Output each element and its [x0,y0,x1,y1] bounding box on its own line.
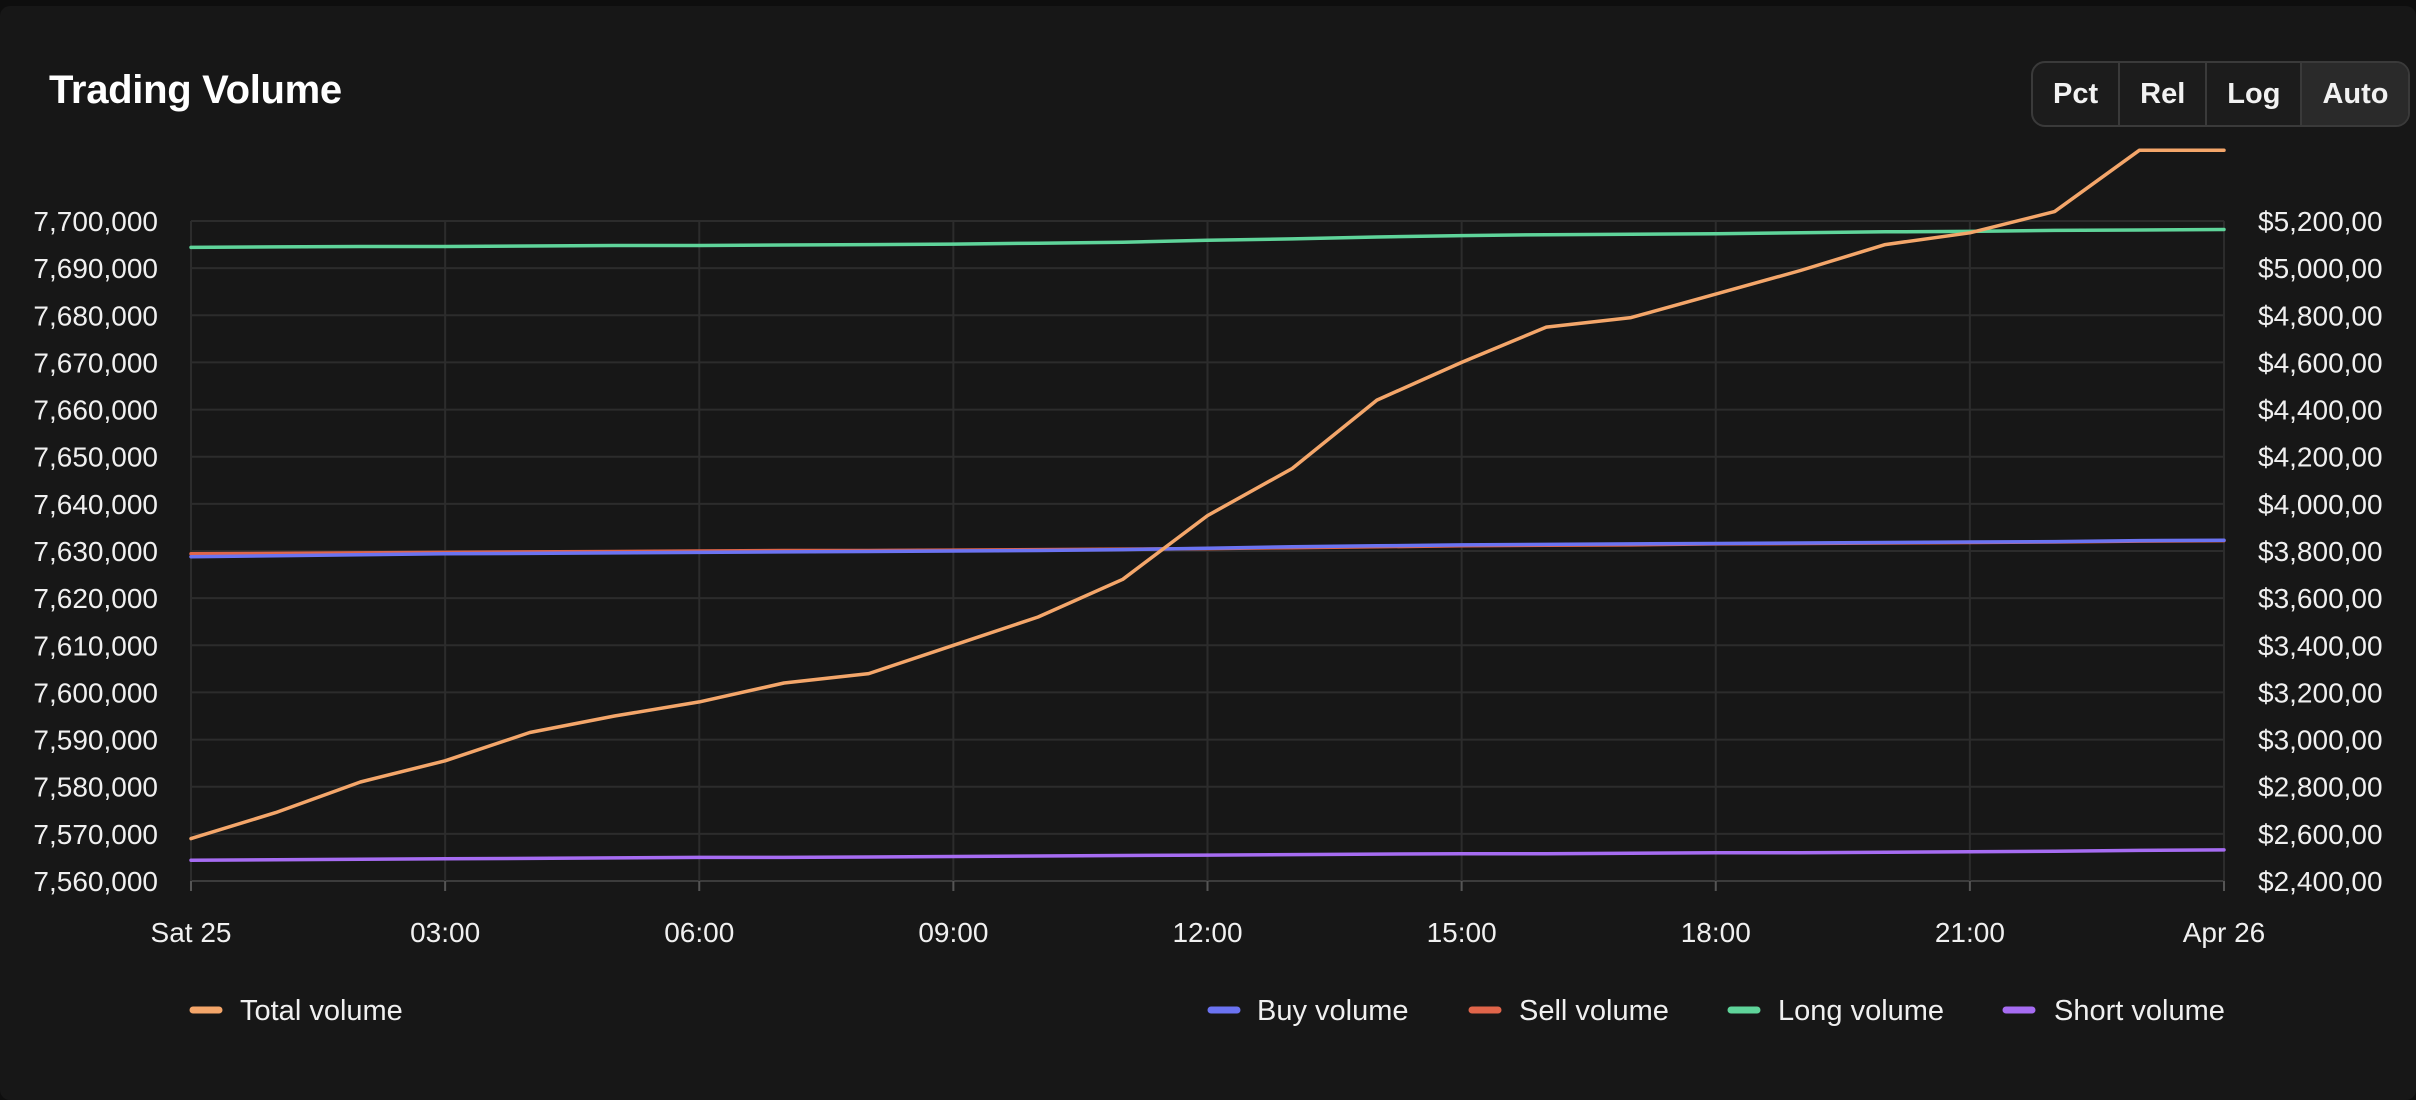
legend-label-buy-volume: Buy volume [1257,995,1409,1027]
y-left-tick-label: 7,560,000 [33,866,158,897]
y-right-tick-label: $4,400,00 [2258,395,2383,426]
y-left-tick-label: 7,670,000 [33,347,158,378]
y-right-tick-label: $3,200,00 [2258,677,2383,708]
x-tick-label: Sat 25 [151,917,232,948]
y-right-tick-label: $3,600,00 [2258,583,2383,614]
y-left-tick-label: 7,660,000 [33,395,158,426]
y-left-tick-label: 7,650,000 [33,442,158,473]
x-tick-label: 06:00 [664,917,734,948]
y-right-tick-label: $2,400,00 [2258,866,2383,897]
y-left-tick-label: 7,680,000 [33,300,158,331]
y-right-tick-label: $4,800,00 [2258,300,2383,331]
legend-label-sell-volume: Sell volume [1519,995,1669,1027]
y-right-tick-label: $4,600,00 [2258,347,2383,378]
line-chart: 7,700,000 $5,200,00 7,690,000 $5,000,00 7,68… [33,148,2383,1027]
y-left-tick-label: 7,620,000 [33,583,158,614]
y-left-tick-label: 7,690,000 [33,253,158,284]
x-tick-label: 09:00 [918,917,988,948]
y-left-tick-label: 7,640,000 [33,489,158,520]
y-left-tick-label: 7,590,000 [33,725,158,756]
y-right-tick-label: $5,200,00 [2258,206,2383,237]
y-left-tick-label: 7,700,000 [33,206,158,237]
y-right-tick-label: $3,000,00 [2258,725,2383,756]
x-tick-label: 21:00 [1935,917,2005,948]
legend-label-long-volume: Long volume [1778,995,1944,1027]
y-right-tick-label: $4,000,00 [2258,489,2383,520]
y-right-tick-label: $2,800,00 [2258,772,2383,803]
y-right-tick-label: $5,000,00 [2258,253,2383,284]
y-left-tick-label: 7,600,000 [33,677,158,708]
y-right-tick-label: $4,200,00 [2258,442,2383,473]
legend-label-total-volume: Total volume [240,995,403,1027]
x-tick-label: 18:00 [1681,917,1751,948]
x-tick-label: 12:00 [1172,917,1242,948]
y-left-tick-label: 7,570,000 [33,819,158,850]
legend-label-short-volume: Short volume [2054,995,2225,1027]
x-tick-label: Apr 26 [2183,917,2266,948]
y-right-tick-label: $3,400,00 [2258,630,2383,661]
x-tick-label: 15:00 [1427,917,1497,948]
y-left-tick-label: 7,610,000 [33,630,158,661]
x-tick-label: 03:00 [410,917,480,948]
y-left-tick-label: 7,580,000 [33,772,158,803]
y-left-tick-label: 7,630,000 [33,536,158,567]
y-right-tick-label: $2,600,00 [2258,819,2383,850]
y-right-tick-label: $3,800,00 [2258,536,2383,567]
